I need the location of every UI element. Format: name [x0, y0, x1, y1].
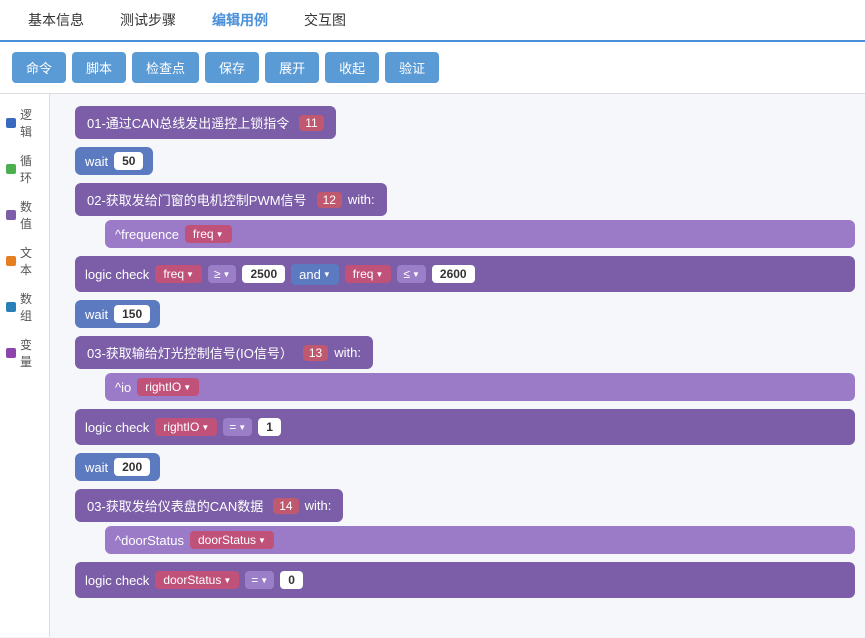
section-4: 03-获取发给仪表盘的CAN数据 14 with: ^doorStatus do… [75, 487, 855, 556]
array-dot [6, 302, 16, 312]
block-4[interactable]: 03-获取发给仪表盘的CAN数据 14 with: [75, 489, 343, 522]
wait3-label: wait [85, 460, 108, 475]
lc1-var1[interactable]: freq ▼ [155, 265, 202, 283]
expand-button[interactable]: 展开 [265, 52, 319, 83]
block-1[interactable]: 01-通过CAN总线发出遥控上锁指令 11 [75, 106, 336, 139]
wait2-label: wait [85, 307, 108, 322]
lc1-op2[interactable]: ≤ ▼ [397, 265, 426, 283]
block2-with: with: [348, 192, 375, 207]
section-1: 01-通过CAN总线发出遥控上锁指令 11 [75, 104, 855, 141]
lc2-op1[interactable]: = ▼ [223, 418, 252, 436]
wait2-value: 150 [114, 305, 150, 323]
section-3: 03-获取输给灯光控制信号(IO信号） 13 with: ^io rightIO… [75, 334, 855, 403]
logic-check-3[interactable]: logic check doorStatus ▼ = ▼ 0 [75, 562, 855, 598]
wait3-value: 200 [114, 458, 150, 476]
wait-2[interactable]: wait 150 [75, 300, 160, 328]
block3-label: 03-获取输给灯光控制信号(IO信号） [87, 343, 293, 362]
script-button[interactable]: 脚本 [72, 52, 126, 83]
section-wait1: wait 50 [75, 145, 855, 177]
sidebar-item-value[interactable]: 数值 [0, 196, 49, 234]
block3-param: ^io [115, 380, 131, 395]
cmd-button[interactable]: 命令 [12, 52, 66, 83]
tab-bar: 基本信息 测试步骤 编辑用例 交互图 [0, 0, 865, 42]
section-logic1: logic check freq ▼ ≥ ▼ 2500 and ▼ [75, 254, 855, 294]
tab-basic[interactable]: 基本信息 [10, 0, 102, 40]
block1-num: 11 [299, 115, 323, 131]
block2-param: ^frequence [115, 227, 179, 242]
sidebar-label-value: 数值 [20, 198, 43, 232]
sidebar-item-logic[interactable]: 逻辑 [0, 104, 49, 142]
block2-var[interactable]: freq ▼ [185, 225, 232, 243]
toolbar: 命令 脚本 检查点 保存 展开 收起 验证 [0, 42, 865, 94]
section-wait3: wait 200 [75, 451, 855, 483]
block4-num: 14 [273, 498, 298, 514]
app-container: 基本信息 测试步骤 编辑用例 交互图 命令 脚本 检查点 保存 展开 收起 验证… [0, 0, 865, 637]
wait-1[interactable]: wait 50 [75, 147, 153, 175]
value-dot [6, 210, 16, 220]
blocks-container: 01-通过CAN总线发出遥控上锁指令 11 wait 50 02-获取发给门窗的… [75, 104, 855, 604]
logic-dot [6, 118, 16, 128]
lc2-var1[interactable]: rightIO ▼ [155, 418, 217, 436]
block2-param-row: ^frequence freq ▼ [105, 220, 855, 248]
tab-steps[interactable]: 测试步骤 [102, 0, 194, 40]
section-logic2: logic check rightIO ▼ = ▼ 1 [75, 407, 855, 447]
wait-3[interactable]: wait 200 [75, 453, 160, 481]
var-dot [6, 348, 16, 358]
lc1-label: logic check [85, 267, 149, 282]
lc3-var1[interactable]: doorStatus ▼ [155, 571, 239, 589]
section-logic3: logic check doorStatus ▼ = ▼ 0 [75, 560, 855, 600]
block3-param-row: ^io rightIO ▼ [105, 373, 855, 401]
lc3-op1[interactable]: = ▼ [245, 571, 274, 589]
loop-dot [6, 164, 16, 174]
lc1-val1: 2500 [242, 265, 285, 283]
logic-check-2[interactable]: logic check rightIO ▼ = ▼ 1 [75, 409, 855, 445]
sidebar-label-loop: 循环 [20, 152, 43, 186]
sidebar-item-var[interactable]: 变量 [0, 334, 49, 372]
sidebar-label-var: 变量 [20, 336, 43, 370]
lc3-label: logic check [85, 573, 149, 588]
sidebar-label-array: 数组 [20, 290, 43, 324]
block4-param-row: ^doorStatus doorStatus ▼ [105, 526, 855, 554]
lc1-var2[interactable]: freq ▼ [345, 265, 392, 283]
block4-var[interactable]: doorStatus ▼ [190, 531, 274, 549]
verify-button[interactable]: 验证 [385, 52, 439, 83]
block-2[interactable]: 02-获取发给门窗的电机控制PWM信号 12 with: [75, 183, 387, 216]
block4-param: ^doorStatus [115, 533, 184, 548]
block2-var-arrow: ▼ [216, 230, 224, 239]
canvas: 01-通过CAN总线发出遥控上锁指令 11 wait 50 02-获取发给门窗的… [50, 94, 865, 637]
sidebar-label-text: 文本 [20, 244, 43, 278]
block4-label: 03-获取发给仪表盘的CAN数据 [87, 496, 263, 515]
sidebar-item-loop[interactable]: 循环 [0, 150, 49, 188]
block3-with: with: [334, 345, 361, 360]
checkpoint-button[interactable]: 检查点 [132, 52, 199, 83]
save-button[interactable]: 保存 [205, 52, 259, 83]
block-3[interactable]: 03-获取输给灯光控制信号(IO信号） 13 with: [75, 336, 373, 369]
section-wait2: wait 150 [75, 298, 855, 330]
wait1-label: wait [85, 154, 108, 169]
sidebar-item-text[interactable]: 文本 [0, 242, 49, 280]
lc2-label: logic check [85, 420, 149, 435]
block3-num: 13 [303, 345, 328, 361]
sidebar: 逻辑 循环 数值 文本 数组 变量 [0, 94, 50, 637]
block2-label: 02-获取发给门窗的电机控制PWM信号 [87, 190, 307, 209]
lc1-op1[interactable]: ≥ ▼ [208, 265, 237, 283]
block2-num: 12 [317, 192, 342, 208]
lc1-and[interactable]: and ▼ [291, 264, 339, 285]
block1-label: 01-通过CAN总线发出遥控上锁指令 [87, 113, 289, 132]
main-area: 逻辑 循环 数值 文本 数组 变量 [0, 94, 865, 637]
lc1-val2: 2600 [432, 265, 475, 283]
block4-with: with: [305, 498, 332, 513]
logic-check-1[interactable]: logic check freq ▼ ≥ ▼ 2500 and ▼ [75, 256, 855, 292]
wait1-value: 50 [114, 152, 143, 170]
sidebar-item-array[interactable]: 数组 [0, 288, 49, 326]
block3-var[interactable]: rightIO ▼ [137, 378, 199, 396]
collapse-button[interactable]: 收起 [325, 52, 379, 83]
tab-edit[interactable]: 编辑用例 [194, 0, 286, 40]
section-2: 02-获取发给门窗的电机控制PWM信号 12 with: ^frequence … [75, 181, 855, 250]
tab-interaction[interactable]: 交互图 [286, 0, 364, 40]
text-dot [6, 256, 16, 266]
lc2-val1: 1 [258, 418, 281, 436]
sidebar-label-logic: 逻辑 [20, 106, 43, 140]
lc3-val1: 0 [280, 571, 303, 589]
